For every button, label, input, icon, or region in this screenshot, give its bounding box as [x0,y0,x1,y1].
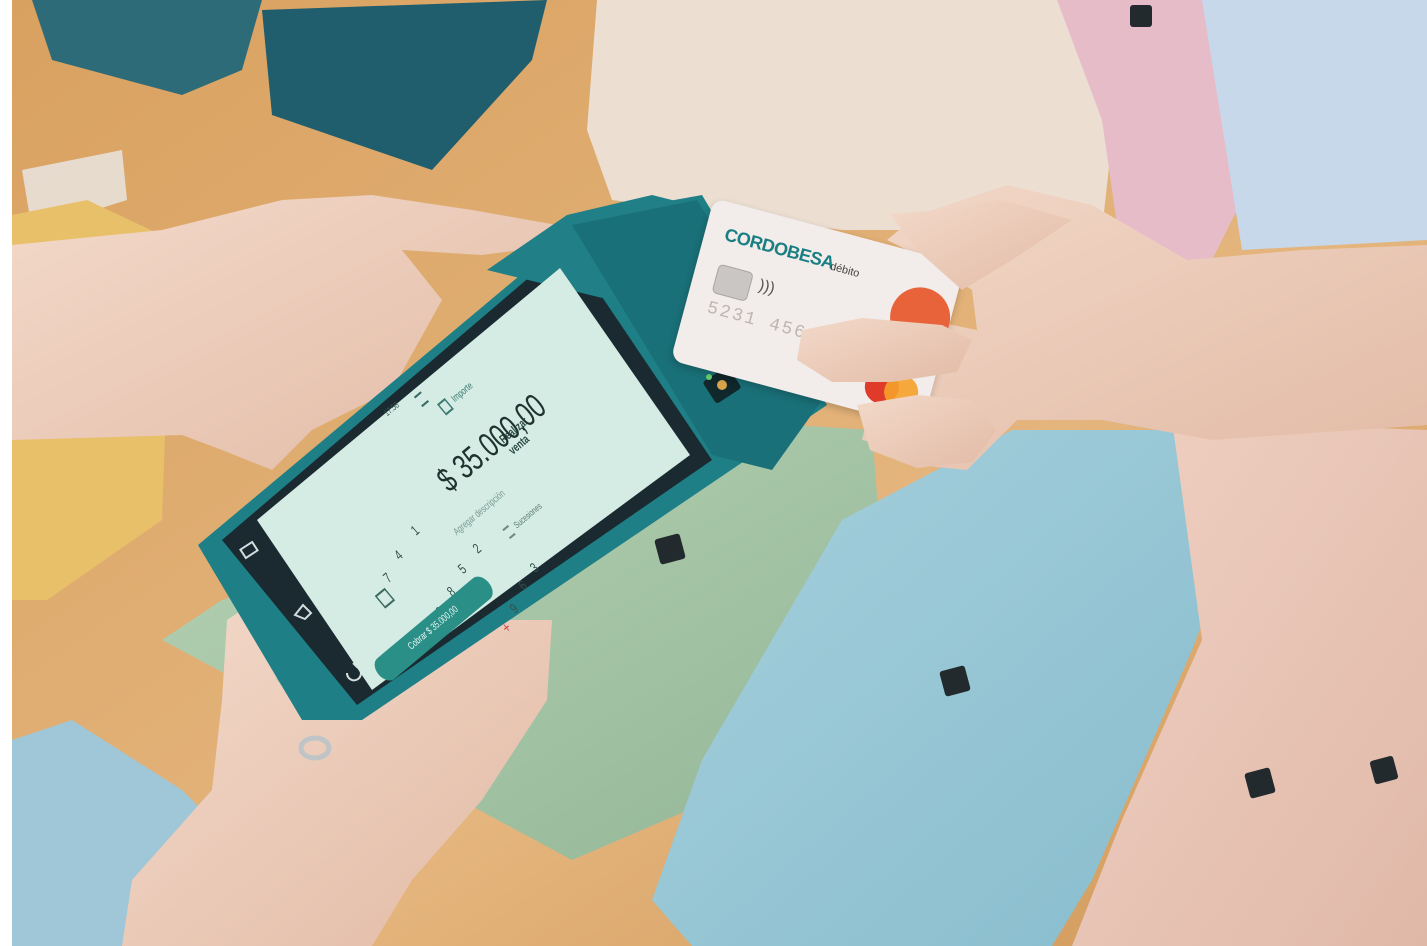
index-finger [797,318,972,382]
photo-scene: 17:58 Importe Realizar venta Sucesiones … [12,0,1427,946]
thumb [890,200,1072,290]
middle-finger [857,395,997,468]
fingers-overlay [797,200,1072,468]
